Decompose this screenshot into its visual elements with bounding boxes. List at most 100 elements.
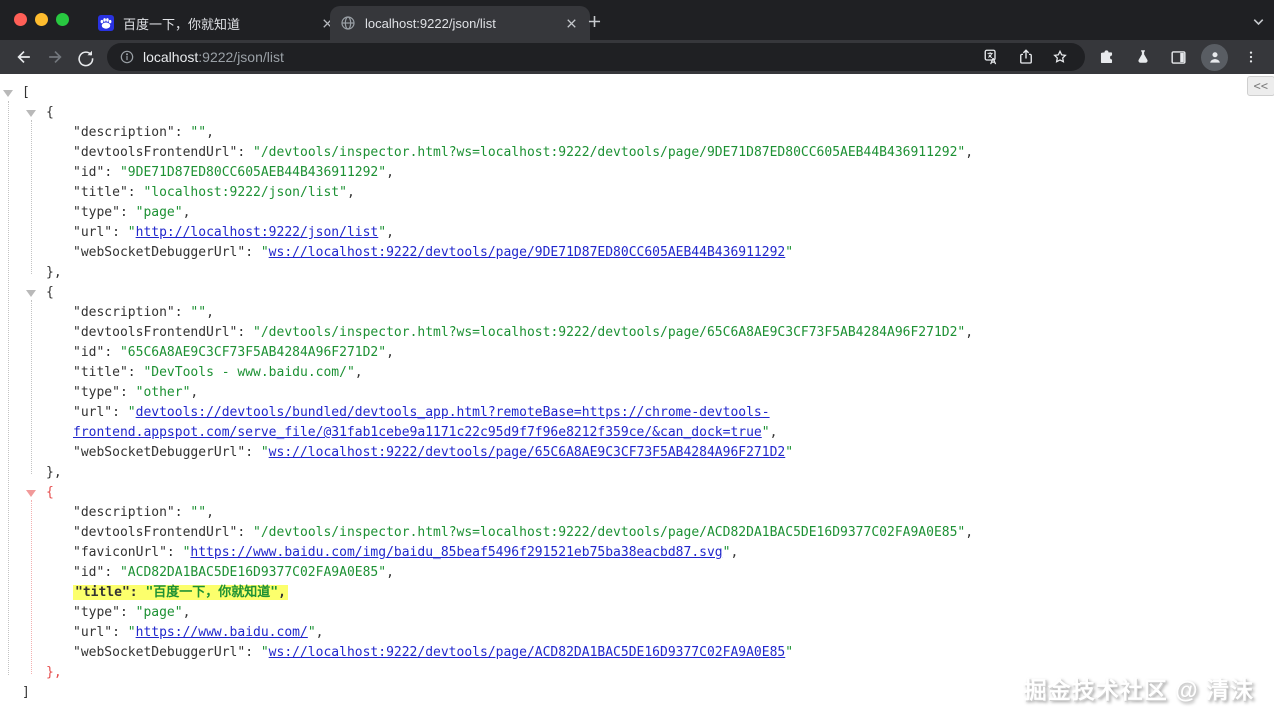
menu-dots-icon[interactable] [1235,42,1266,73]
chrome-labs-flask-icon[interactable] [1127,42,1158,73]
json-string: "other" [135,385,191,400]
json-key: "id" [73,165,105,180]
globe-icon [340,15,356,31]
json-comma: , [182,605,191,620]
json-line: "id": "ACD82DA1BAC5DE16D9377C02FA9A0E85"… [0,563,1258,583]
json-object: {"description": "", "devtoolsFrontendUrl"… [0,483,1258,683]
back-button[interactable] [8,42,39,73]
json-quote: " [260,245,269,260]
tab-json-list[interactable]: localhost:9222/json/list [330,6,590,40]
json-line: "title": "localhost:9222/json/list", [0,183,1258,203]
translate-icon[interactable] [979,44,1005,70]
json-key: "url" [73,225,113,240]
json-string: "DevTools - www.baidu.com/" [143,365,355,380]
site-info-icon[interactable] [119,49,135,65]
url-path: :9222/json/list [198,49,284,65]
json-line: "devtoolsFrontendUrl": "/devtools/inspec… [0,143,1258,163]
json-line: "description": "", [0,503,1258,523]
json-key: "description" [73,305,175,320]
json-quote: " [127,225,136,240]
share-icon[interactable] [1013,44,1039,70]
json-brace: { [46,485,54,500]
json-brace: }, [46,665,62,680]
json-key: "webSocketDebuggerUrl" [73,445,246,460]
page-content: << [{"description": "", "devtoolsFrontend… [0,74,1274,713]
json-colon: : [104,165,120,180]
json-string: "page" [135,605,183,620]
json-string: "/devtools/inspector.html?ws=localhost:9… [253,145,966,160]
zoom-window-button[interactable] [56,13,69,26]
json-quote: " [378,225,387,240]
json-colon: : [119,205,136,220]
collapse-triangle-icon[interactable] [26,490,36,497]
json-url-link[interactable]: ws://localhost:9222/devtools/page/ACD82D… [269,645,786,660]
json-line: "webSocketDebuggerUrl": "ws://localhost:… [0,643,1258,663]
json-brace: }, [46,465,62,480]
close-window-button[interactable] [14,13,27,26]
json-line: "webSocketDebuggerUrl": "ws://localhost:… [0,443,1258,463]
tab-title: localhost:9222/json/list [365,15,496,31]
json-line: "title": "百度一下，你就知道", [0,583,1258,603]
json-url-link[interactable]: ws://localhost:9222/devtools/page/65C6A8… [269,445,786,460]
json-string: "/devtools/inspector.html?ws=localhost:9… [253,325,966,340]
json-line: "type": "page", [0,603,1258,623]
json-url-link[interactable]: http://localhost:9222/json/list [136,225,379,240]
tab-baidu[interactable]: 百度一下，你就知道 [88,6,346,40]
json-string: "65C6A8AE9C3CF73F5AB4284A96F271D2" [119,345,387,360]
json-colon: : [104,565,120,580]
collapse-triangle-icon[interactable] [3,90,13,97]
collapse-triangle-icon[interactable] [26,110,36,117]
json-line: "devtoolsFrontendUrl": "/devtools/inspec… [0,523,1258,543]
json-line: "devtoolsFrontendUrl": "/devtools/inspec… [0,323,1258,343]
json-key: "id" [73,565,105,580]
tab-search-chevron-icon[interactable] [1248,11,1268,31]
json-string: "" [190,505,207,520]
json-colon: : [129,585,146,600]
json-line: "type": "other", [0,383,1258,403]
json-colon: : [245,245,261,260]
json-key: "type" [73,385,120,400]
json-key: "devtoolsFrontendUrl" [73,525,238,540]
json-brace: { [46,285,54,300]
new-tab-button[interactable] [582,9,606,33]
collapse-triangle-icon[interactable] [26,290,36,297]
json-url-link[interactable]: https://www.baidu.com/img/baidu_85beaf54… [190,545,722,560]
json-quote: " [260,645,269,660]
json-url-link[interactable]: ws://localhost:9222/devtools/page/9DE71D… [269,245,786,260]
json-comma: , [190,385,199,400]
json-key: "title" [73,185,128,200]
json-comma: , [206,305,214,320]
json-colon: : [112,225,128,240]
json-key: "faviconUrl" [73,545,167,560]
extensions-puzzle-icon[interactable] [1091,42,1122,73]
close-tab-icon[interactable] [562,14,580,32]
address-bar[interactable]: localhost :9222/json/list [107,43,1085,71]
json-key: "devtoolsFrontendUrl" [73,325,238,340]
bookmark-star-icon[interactable] [1047,44,1073,70]
json-comma: , [386,165,394,180]
json-colon: : [245,445,261,460]
minimize-window-button[interactable] [35,13,48,26]
json-line: "webSocketDebuggerUrl": "ws://localhost:… [0,243,1258,263]
forward-button[interactable] [39,42,70,73]
json-key: "description" [73,125,175,140]
json-quote: " [785,245,794,260]
reload-button[interactable] [70,42,101,73]
tab-title: 百度一下，你就知道 [123,16,241,32]
json-url-link[interactable]: https://www.baidu.com/ [136,625,308,640]
profile-avatar[interactable] [1199,42,1230,73]
json-key: "webSocketDebuggerUrl" [73,645,246,660]
url-host: localhost [143,49,199,65]
json-line: { [0,103,1258,123]
json-colon: : [245,645,261,660]
json-formatter-collapse-button[interactable]: << [1246,76,1274,96]
json-colon: : [119,605,136,620]
json-colon: : [112,405,128,420]
side-panel-icon[interactable] [1163,42,1194,73]
json-key: "description" [73,505,175,520]
json-quote: " [785,645,794,660]
json-url-link[interactable]: devtools://devtools/bundled/devtools_app… [73,405,770,440]
json-string: "" [190,125,207,140]
highlighted-row: "title": "百度一下，你就知道", [73,585,288,600]
json-quote: " [785,445,794,460]
